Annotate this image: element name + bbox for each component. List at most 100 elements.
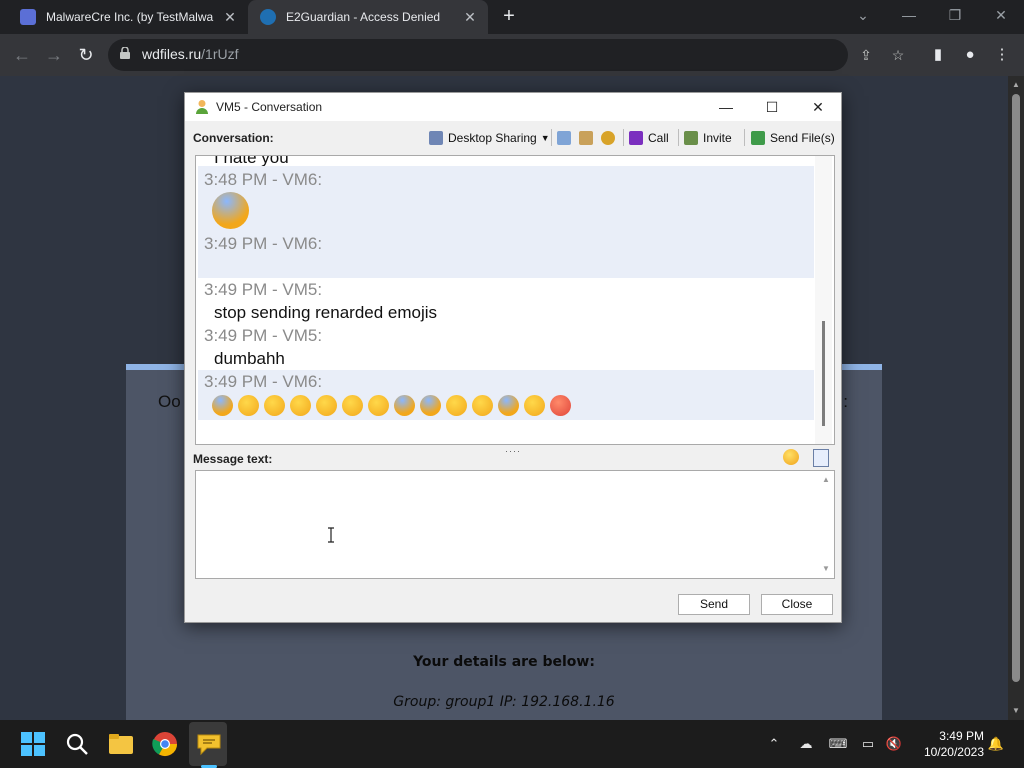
volume-muted-icon[interactable]: 🔇 [884,734,904,754]
scroll-down-icon[interactable]: ▼ [1008,706,1024,715]
conversation-history[interactable]: I hate you 3:48 PM - VM6: 3:49 PM - VM6:… [195,155,835,445]
scroll-thumb[interactable] [1012,94,1020,682]
angry-face-icon [550,395,571,417]
keyboard-icon[interactable]: ⌨ [828,734,848,754]
page-scrollbar[interactable]: ▲ ▼ [1008,76,1024,720]
minimize-window-icon[interactable]: — [886,0,932,30]
notifications-bell-icon[interactable]: 🔔 [986,734,1006,754]
windows-start-icon[interactable] [19,730,47,758]
profile-icon[interactable]: ● [958,43,982,67]
video-camera-icon [629,131,643,145]
lock-icon [120,47,130,59]
disappointed-face-icon [342,395,363,417]
kissing-face-icon [472,395,493,417]
close-button[interactable]: Close [761,594,833,615]
handwriting-note-icon[interactable] [813,449,829,467]
gear-icon [601,131,615,145]
call-button[interactable]: Call [629,128,669,148]
notebook-button[interactable] [557,128,576,148]
browser-tab-strip: MalwareCre Inc. (by TestMalwa ✕ E2Guardi… [0,0,1024,34]
tab-search-icon[interactable]: ⌄ [840,0,886,30]
system-clock[interactable]: 3:49 PM 10/20/2023 [912,728,984,760]
message-header: 3:49 PM - VM6: [204,234,323,253]
windows-taskbar: ⌃ ☁ ⌨ ▭ 🔇 3:49 PM 10/20/2023 🔔 [0,720,1024,768]
reload-icon[interactable]: ↻ [74,43,98,67]
notebook-icon [557,131,571,145]
message-emojis [212,395,576,417]
restore-window-icon[interactable]: ❐ [932,0,978,30]
message-input[interactable]: ▲ ▼ [195,470,835,579]
conversation-label: Conversation: [193,131,274,145]
network-icon[interactable]: ▭ [858,734,878,754]
minimize-icon[interactable]: — [703,93,749,121]
chrome-icon[interactable] [151,730,179,758]
crying-face-icon [290,395,311,417]
partying-face-icon [212,192,249,229]
window-titlebar[interactable]: VM5 - Conversation — ☐ ✕ [185,93,841,121]
cloud-favicon-icon [260,9,276,25]
site-favicon-icon [20,9,36,25]
add-contacts-icon [684,131,698,145]
messenger-chat-icon[interactable] [195,730,223,758]
contact-card-button[interactable] [579,128,598,148]
oops-heading: Oo [158,392,181,411]
desktop-sharing-icon [429,131,443,145]
expressionless-face-icon [368,395,389,417]
toolbar-separator [678,129,679,146]
message-input-scrollbar[interactable]: ▲ ▼ [820,475,832,575]
back-icon[interactable]: ← [10,43,34,67]
message-row: 3:49 PM - VM5: stop sending renarded emo… [198,278,814,368]
emoticon-picker-icon[interactable] [783,449,799,465]
side-panel-icon[interactable]: ▮ [926,43,950,67]
desktop-sharing-button[interactable]: Desktop Sharing ▼ [429,128,550,148]
forward-icon[interactable]: → [42,43,66,67]
details-heading: Your details are below: [413,654,595,670]
message-row: 3:48 PM - VM6: 3:49 PM - VM6: [198,166,814,278]
bookmark-star-icon[interactable]: ☆ [888,45,908,65]
contact-card-icon [579,131,593,145]
rolling-laughing-face-icon [264,395,285,417]
resize-grip-icon[interactable]: ···· [505,446,521,456]
message-text: stop sending renarded emojis [214,303,438,322]
chevron-down-icon: ▼ [540,133,550,143]
search-icon[interactable] [63,730,91,758]
invite-button[interactable]: Invite [684,128,732,148]
close-window-icon[interactable]: ✕ [978,0,1024,30]
maximize-icon[interactable]: ☐ [749,93,795,121]
onedrive-cloud-icon[interactable]: ☁ [796,734,816,754]
address-bar[interactable]: wdfiles.ru/1rUzf ⇪ ☆ [108,39,904,71]
file-explorer-icon[interactable] [107,730,135,758]
send-file-icon [751,131,765,145]
tab-malwarecre[interactable]: MalwareCre Inc. (by TestMalwa ✕ [8,0,248,34]
conversation-scroll-thumb[interactable] [822,321,825,426]
tab-e2guardian[interactable]: E2Guardian - Access Denied ✕ [248,0,488,34]
message-row: 3:49 PM - VM6: [198,370,814,420]
clock-time: 3:49 PM [939,729,984,743]
contact-person-icon [196,100,208,114]
message-text: dumbahh [214,349,285,368]
send-button[interactable]: Send [678,594,750,615]
toolbar-separator [744,129,745,146]
share-icon[interactable]: ⇪ [856,45,876,65]
heading-colon: : [843,392,848,411]
close-icon[interactable]: ✕ [795,93,841,121]
text-cursor-icon [328,527,334,543]
close-tab-icon[interactable]: ✕ [220,9,240,26]
send-files-button[interactable]: Send File(s) [751,128,835,148]
details-line: Group: group1 IP: 192.168.1.16 [393,694,615,710]
message-header: 3:49 PM - VM5: [204,326,323,345]
message-header: 3:49 PM - VM6: [204,372,323,391]
hushed-face-icon [524,395,545,417]
scroll-up-icon[interactable]: ▲ [1008,80,1024,89]
message-text-label: Message text: [193,452,273,466]
url-text: wdfiles.ru/1rUzf [142,46,239,62]
confused-face-icon [446,395,467,417]
show-hidden-icons-chevron-icon[interactable]: ⌃ [764,734,784,754]
tab-title: MalwareCre Inc. (by TestMalwa [46,10,214,24]
settings-button[interactable] [601,128,620,148]
new-tab-button[interactable]: + [498,6,520,28]
menu-kebab-icon[interactable]: ⋮ [990,43,1014,67]
close-tab-icon[interactable]: ✕ [460,9,480,26]
partying-face-icon [212,395,233,417]
conversation-scrollbar[interactable] [815,156,832,444]
